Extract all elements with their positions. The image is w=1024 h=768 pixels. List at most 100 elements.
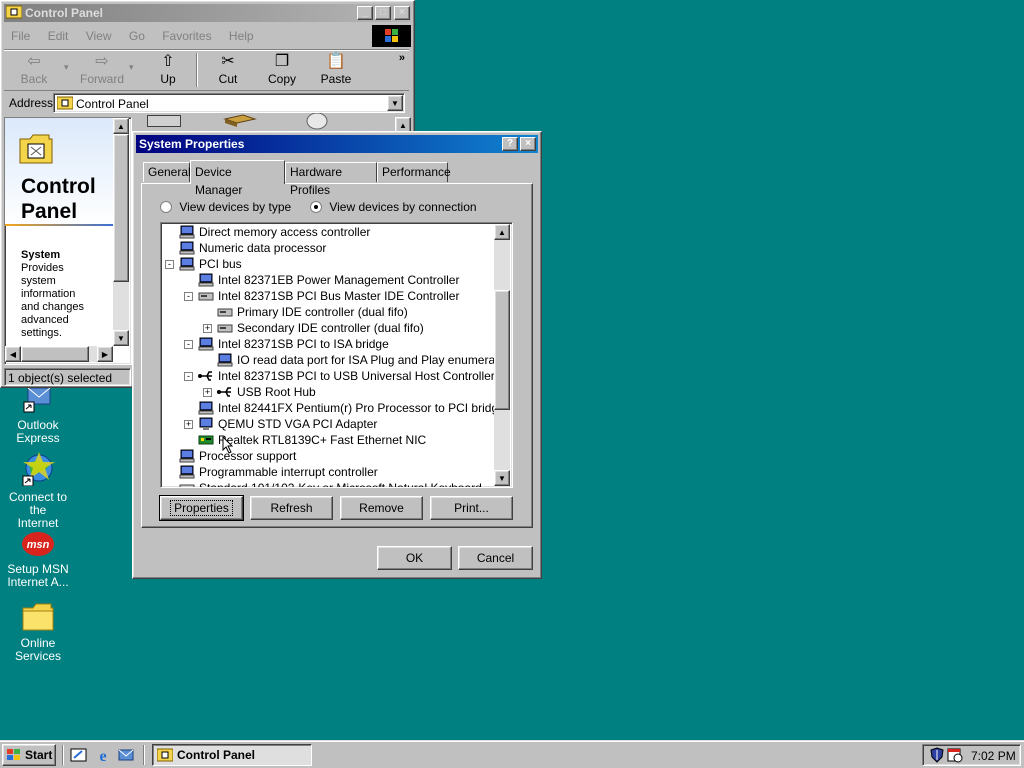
device-tree-item[interactable]: Intel 82441FX Pentium(r) Pro Processor t… (198, 400, 505, 416)
address-value: Control Panel (76, 97, 149, 111)
device-tree-item-label: Processor support (199, 449, 297, 463)
show-desktop-icon[interactable] (70, 747, 88, 763)
device-tree-item[interactable]: Standard 101/102-Key or Microsoft Natura… (179, 480, 482, 487)
back-dropdown-icon[interactable]: ▾ (64, 62, 69, 73)
web-view-title-line: Control (21, 175, 96, 198)
dialog-close-button[interactable]: × (520, 137, 536, 151)
hscroll-thumb[interactable] (21, 346, 89, 362)
desktop-icon-connect-internet[interactable]: Connect to the Internet (0, 452, 76, 530)
device-tree-item[interactable]: Direct memory access controller (179, 224, 370, 240)
usb-icon (217, 385, 233, 399)
device-tree-item[interactable]: Processor support (179, 448, 296, 464)
copy-button[interactable]: ❐ Copy (256, 52, 308, 86)
tree-scroll-thumb[interactable] (494, 290, 510, 410)
device-tree-item[interactable]: Programmable interrupt controller (179, 464, 378, 480)
menu-file[interactable]: File (11, 29, 30, 43)
scroll-left-button[interactable]: ◀ (5, 346, 21, 362)
tree-expander-icon[interactable]: - (184, 292, 193, 301)
scroll-up-button[interactable]: ▲ (113, 118, 129, 134)
address-field[interactable]: Control Panel ▼ (53, 93, 405, 113)
cut-button[interactable]: ✂ Cut (202, 52, 254, 86)
tab-performance[interactable]: Performance (377, 162, 451, 182)
menu-favorites[interactable]: Favorites (162, 29, 211, 43)
tray-shield-icon[interactable] (929, 747, 945, 763)
tree-expander-icon[interactable]: + (203, 324, 212, 333)
device-tree-item[interactable]: Intel 82371SB PCI to USB Universal Host … (198, 368, 495, 384)
address-dropdown-button[interactable]: ▼ (387, 95, 403, 111)
internet-explorer-icon[interactable]: e (94, 747, 112, 765)
tree-scroll-up-button[interactable]: ▲ (494, 224, 510, 240)
view-by-connection-option[interactable]: View devices by connection (310, 200, 477, 214)
tree-expander-icon[interactable]: + (203, 388, 212, 397)
back-button[interactable]: ⇦ Back (8, 52, 60, 86)
disk-controller-icon (198, 289, 214, 303)
control-panel-titlebar[interactable]: Control Panel _ □ × (4, 4, 411, 22)
desktop-icon-online-services[interactable]: Online Services (0, 602, 76, 663)
tray-scheduler-icon[interactable] (947, 747, 963, 763)
remove-button[interactable]: Remove (340, 496, 423, 520)
device-tree-item[interactable]: Intel 82371SB PCI Bus Master IDE Control… (198, 288, 459, 304)
device-tree-item-label: Direct memory access controller (199, 225, 371, 239)
device-tree-item[interactable]: Intel 82371SB PCI to ISA bridge (198, 336, 389, 352)
tree-expander-icon[interactable]: - (184, 340, 193, 349)
toolbar-more-icon[interactable]: » (399, 52, 405, 64)
clipboard-icon: 📋 (326, 53, 346, 70)
scroll-thumb[interactable] (113, 134, 129, 282)
mouse-icon[interactable] (306, 112, 328, 131)
desktop-icon-setup-msn[interactable]: msn Setup MSN Internet A... (0, 530, 76, 589)
taskbar-separator (62, 745, 64, 765)
radio-view-by-connection[interactable] (310, 201, 322, 213)
forward-button[interactable]: ⇨ Forward (76, 52, 128, 86)
close-button[interactable]: × (394, 6, 410, 20)
forward-dropdown-icon[interactable]: ▾ (129, 62, 134, 73)
tree-expander-icon[interactable]: + (184, 420, 193, 429)
desktop-icon-outlook-express[interactable]: Outlook Express (0, 387, 76, 445)
minimize-button[interactable]: _ (357, 6, 373, 20)
tab-general[interactable]: General (143, 162, 191, 182)
device-tree-item[interactable]: Primary IDE controller (dual fifo) (217, 304, 408, 320)
device-tree-item[interactable]: Numeric data processor (179, 240, 326, 256)
up-label: Up (160, 72, 176, 86)
menu-go[interactable]: Go (129, 29, 145, 43)
maximize-button[interactable]: □ (375, 6, 391, 20)
menu-view[interactable]: View (86, 29, 112, 43)
device-tree-vscrollbar[interactable]: ▲ ▼ (494, 224, 510, 486)
device-tree-item[interactable]: Intel 82371EB Power Management Controlle… (198, 272, 459, 288)
tree-scroll-down-button[interactable]: ▼ (494, 470, 510, 486)
scroll-right-button[interactable]: ▶ (97, 346, 113, 362)
radio-view-by-type[interactable] (160, 201, 172, 213)
taskbar-control-panel-button[interactable]: Control Panel (152, 744, 312, 766)
device-tree-item[interactable]: PCI bus (179, 256, 242, 272)
tab-device-manager[interactable]: Device Manager (190, 160, 285, 197)
status-bar: 1 object(s) selected (4, 368, 131, 386)
tree-expander-icon[interactable]: - (165, 260, 174, 269)
web-view-hscrollbar[interactable]: ◀ ▶ (5, 346, 113, 362)
tree-expander-icon[interactable]: - (184, 372, 193, 381)
menu-help[interactable]: Help (229, 29, 254, 43)
system-properties-titlebar[interactable]: System Properties ? × (136, 135, 538, 153)
ok-button[interactable]: OK (377, 546, 452, 570)
device-tree-item[interactable]: QEMU STD VGA PCI Adapter (198, 416, 377, 432)
web-view-vscrollbar[interactable]: ▲ ▼ (113, 118, 129, 346)
device-tree-item[interactable]: USB Root Hub (217, 384, 316, 400)
start-button[interactable]: Start (2, 744, 56, 766)
paste-button[interactable]: 📋 Paste (310, 52, 362, 86)
refresh-button[interactable]: Refresh (250, 496, 333, 520)
up-button[interactable]: ⇧ Up (142, 52, 194, 86)
device-tree-item[interactable]: Secondary IDE controller (dual fifo) (217, 320, 424, 336)
forward-label: Forward (79, 72, 124, 86)
modem-icon[interactable] (223, 113, 257, 129)
cancel-button[interactable]: Cancel (458, 546, 533, 570)
tab-hardware-profiles[interactable]: Hardware Profiles (285, 162, 377, 197)
print-button[interactable]: Print... (430, 496, 513, 520)
outlook-express-quick-icon[interactable] (117, 747, 135, 763)
keyboard-icon[interactable] (147, 115, 181, 127)
properties-button[interactable]: Properties (159, 495, 244, 521)
device-tree-item[interactable]: IO read data port for ISA Plug and Play … (217, 352, 509, 368)
menu-edit[interactable]: Edit (48, 29, 69, 43)
device-tree[interactable]: Direct memory access controller Numeric d… (160, 222, 513, 488)
help-button[interactable]: ? (502, 137, 518, 151)
view-by-type-option[interactable]: View devices by type (160, 200, 291, 214)
scroll-down-button[interactable]: ▼ (113, 330, 129, 346)
clock[interactable]: 7:02 PM (971, 749, 1016, 763)
